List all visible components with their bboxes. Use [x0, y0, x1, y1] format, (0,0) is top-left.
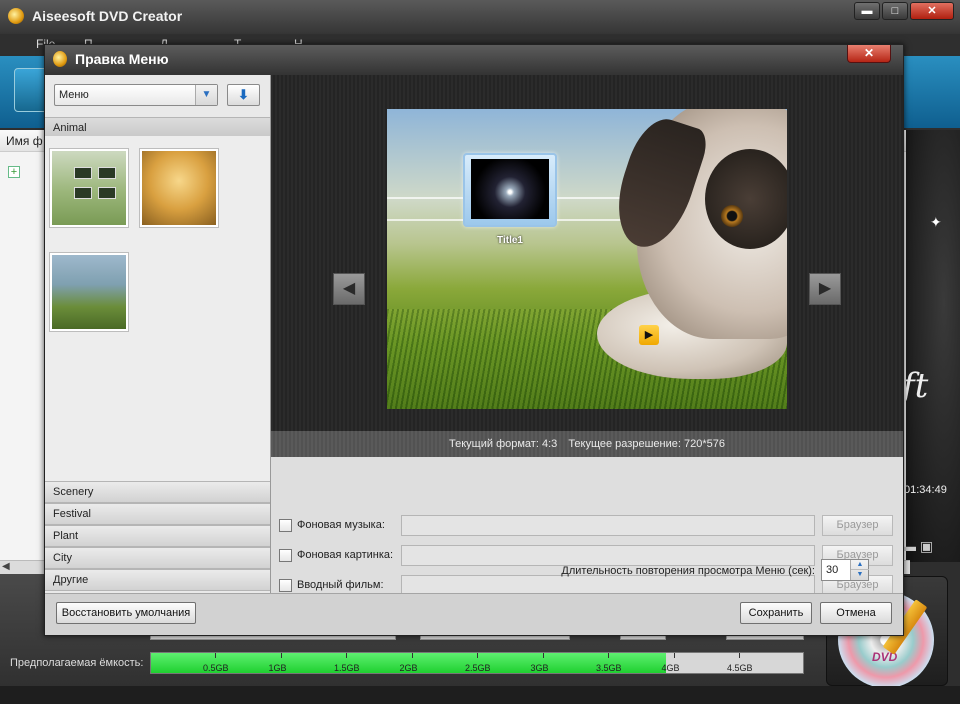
status-bar — [0, 686, 960, 704]
maximize-button[interactable]: □ — [882, 2, 908, 20]
sparkle-icon: ✦ — [930, 214, 942, 230]
template-thumbnails — [45, 136, 270, 510]
preview-time: 01:34:49 — [904, 484, 947, 496]
dog-eye — [721, 205, 743, 227]
play-icon[interactable]: ▶ — [639, 325, 659, 345]
window-controls: ▬ □ ✕ — [854, 2, 954, 20]
bg-music-row: Фоновая музыка: Браузер — [271, 513, 903, 539]
menu-preview-area: ◀ Title1 ▶ ▶ — [271, 75, 903, 431]
bg-music-checkbox[interactable] — [279, 519, 292, 532]
loop-duration-label: Длительность повторения просмотра Меню (… — [561, 565, 815, 577]
bg-picture-label: Фоновая картинка: — [297, 549, 394, 561]
download-template-button[interactable]: ⬇ — [227, 84, 260, 106]
capacity-tick-mark — [215, 653, 216, 658]
stepper-buttons: ▲ ▼ — [850, 560, 869, 580]
main-window-title: Aiseesoft DVD Creator — [32, 8, 183, 24]
brand-fragment: ft — [902, 366, 929, 406]
template-type-value: Меню — [59, 89, 89, 101]
template-image — [52, 255, 126, 329]
category-festival[interactable]: Festival — [45, 503, 270, 525]
preview-panel — [906, 130, 960, 562]
prev-page-button[interactable]: ◀ — [333, 273, 365, 305]
capacity-tick-mark — [608, 653, 609, 658]
chevron-down-icon[interactable]: ▼ — [195, 85, 217, 105]
thumb-frame — [98, 167, 116, 179]
save-button[interactable]: Сохранить — [740, 602, 812, 624]
category-scenery[interactable]: Scenery — [45, 481, 270, 503]
capacity-tick-mark — [739, 653, 740, 658]
capacity-bar: 0.5GB 1GB 1.5GB 2GB 2.5GB 3GB 3.5GB 4GB 4.5GB — [150, 652, 804, 674]
title-thumbnail-button[interactable] — [463, 153, 557, 227]
dialog-title: Правка Меню — [75, 51, 169, 67]
decrement-icon[interactable]: ▼ — [851, 570, 869, 580]
dialog-logo-icon — [53, 51, 67, 67]
expand-icon[interactable]: + — [8, 166, 20, 178]
intro-film-checkbox[interactable] — [279, 579, 292, 592]
capacity-tick-label: 0.5GB — [203, 663, 229, 673]
capacity-tick-mark — [542, 653, 544, 658]
dialog-titlebar: Правка Меню ✕ — [45, 45, 903, 75]
app-logo-icon — [8, 8, 24, 24]
bg-music-label: Фоновая музыка: — [297, 519, 385, 531]
title-video-frame — [471, 159, 549, 219]
folder-icon[interactable]: ▬ ▣ — [902, 538, 933, 555]
thumb-frame — [74, 187, 92, 199]
scroll-left-icon[interactable]: ◀ — [2, 561, 10, 572]
template-thumb-2[interactable] — [139, 148, 219, 228]
template-image — [142, 151, 216, 225]
loop-duration-value[interactable]: 30 — [826, 564, 838, 576]
cancel-button[interactable]: Отмена — [820, 602, 892, 624]
increment-icon[interactable]: ▲ — [851, 560, 869, 570]
bg-picture-checkbox[interactable] — [279, 549, 292, 562]
file-name-column[interactable]: Имя ф — [6, 134, 43, 148]
capacity-tick-mark — [280, 653, 282, 658]
close-button[interactable]: ✕ — [910, 2, 954, 20]
dialog-footer: Восстановить умолчания Сохранить Отмена — [45, 593, 903, 635]
menu-background-image: Title1 ▶ — [387, 109, 787, 409]
template-thumb-1[interactable] — [49, 148, 129, 228]
capacity-tick-label: 4.5GB — [727, 663, 753, 673]
capacity-tick-mark — [477, 653, 478, 658]
capacity-tick-label: 1GB — [268, 663, 287, 673]
capacity-tick-mark — [411, 653, 413, 658]
capacity-tick-label: 3GB — [530, 663, 549, 673]
dialog-close-button[interactable]: ✕ — [847, 45, 891, 63]
thumb-frame — [98, 187, 116, 199]
template-image — [52, 151, 126, 225]
restore-defaults-button[interactable]: Восстановить умолчания — [56, 602, 196, 624]
capacity-tick-mark — [673, 653, 675, 658]
category-city[interactable]: City — [45, 547, 270, 569]
capacity-tick-label: 2GB — [399, 663, 418, 673]
capacity-tick-label: 3.5GB — [596, 663, 622, 673]
capacity-tick-label: 2.5GB — [465, 663, 491, 673]
intro-film-label: Вводный фильм: — [297, 579, 384, 591]
current-format: Текущий формат: 4:3 — [449, 438, 558, 450]
template-panel: Меню ▼ ⬇ Animal Scenery Festival Plant C… — [45, 75, 271, 593]
format-info-bar: Текущий формат: 4:3 Текущее разрешение: … — [271, 431, 903, 457]
template-thumb-3[interactable] — [49, 252, 129, 332]
template-type-select[interactable]: Меню ▼ — [54, 84, 218, 106]
thumb-frame — [74, 167, 92, 179]
capacity-tick-label: 1.5GB — [334, 663, 360, 673]
dog-patch — [705, 149, 787, 249]
minimize-button[interactable]: ▬ — [854, 2, 880, 20]
edit-menu-dialog: Правка Меню ✕ Меню ▼ ⬇ Animal Scenery Fe… — [44, 44, 904, 636]
category-other[interactable]: Другие — [45, 569, 270, 591]
capacity-label: Предполагаемая ёмкость: — [10, 657, 144, 669]
bg-picture-path-field[interactable] — [401, 545, 815, 566]
capacity-tick-mark — [346, 653, 347, 658]
bg-music-path-field[interactable] — [401, 515, 815, 536]
loop-duration-stepper[interactable]: 30 ▲ ▼ — [821, 559, 869, 581]
main-titlebar: Aiseesoft DVD Creator ▬ □ ✕ — [0, 0, 960, 34]
category-plant[interactable]: Plant — [45, 525, 270, 547]
current-resolution: Текущее разрешение: 720*576 — [568, 438, 725, 450]
capacity-tick-label: 4GB — [661, 663, 680, 673]
next-page-button[interactable]: ▶ — [809, 273, 841, 305]
bg-music-browse-button[interactable]: Браузер — [822, 515, 893, 536]
title-label[interactable]: Title1 — [463, 235, 557, 246]
